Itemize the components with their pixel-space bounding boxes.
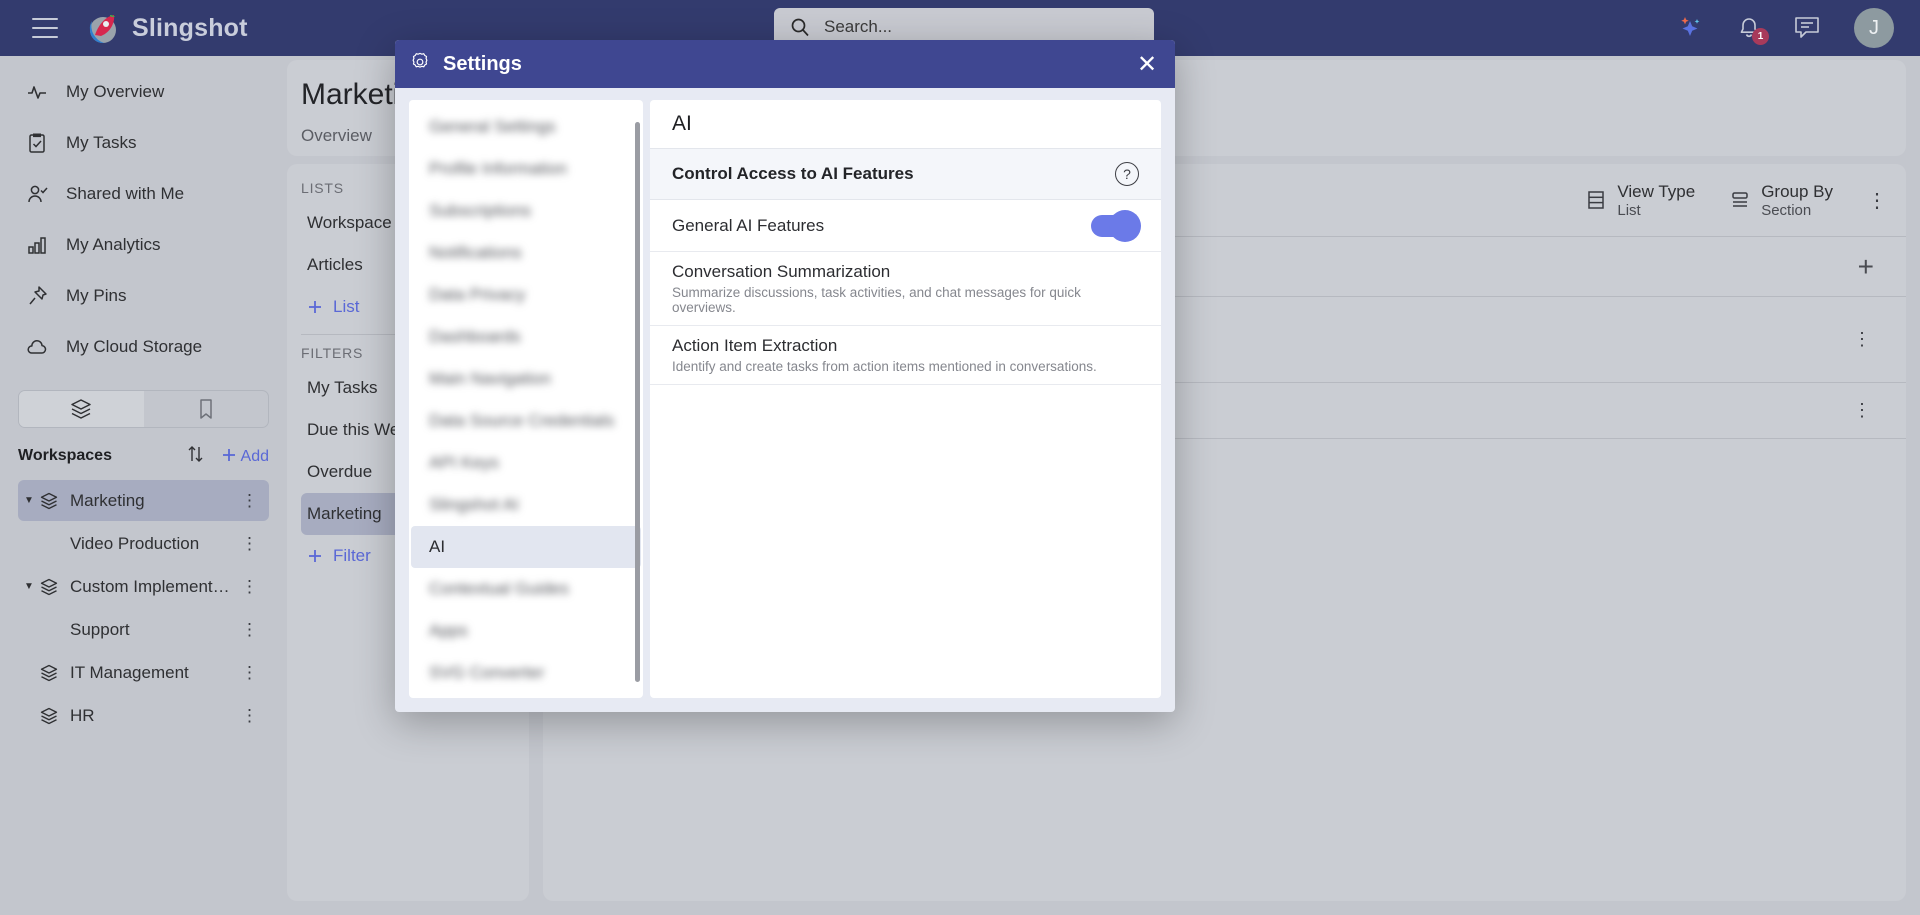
settings-menu-item[interactable]: Profile Information [411, 148, 641, 190]
close-icon[interactable]: ✕ [1133, 50, 1161, 78]
setting-row-conversation-summarization: Conversation Summarization Summarize dis… [650, 252, 1161, 326]
settings-menu-item[interactable]: Dashboards [411, 316, 641, 358]
setting-title: Action Item Extraction [672, 336, 838, 355]
modal-header: Settings ✕ [395, 40, 1175, 88]
settings-detail-heading: AI [672, 112, 692, 135]
settings-detail-section: Control Access to AI Features ? [650, 148, 1161, 200]
settings-menu: General Settings Profile Information Sub… [409, 100, 643, 698]
setting-title: General AI Features [672, 215, 825, 235]
settings-menu-item[interactable]: Notifications [411, 232, 641, 274]
setting-title: Conversation Summarization [672, 262, 891, 281]
settings-menu-item[interactable]: Subscriptions [411, 190, 641, 232]
setting-description: Summarize discussions, task activities, … [672, 285, 1081, 315]
setting-row-action-item-extraction: Action Item Extraction Identify and crea… [650, 326, 1161, 385]
modal-body: General Settings Profile Information Sub… [395, 88, 1175, 712]
settings-menu-item[interactable]: General Settings [411, 106, 641, 148]
settings-modal: Settings ✕ General Settings Profile Info… [395, 40, 1175, 712]
settings-menu-item[interactable]: Contextual Guides [411, 568, 641, 610]
settings-menu-item[interactable]: Main Navigation [411, 358, 641, 400]
settings-menu-item[interactable]: Apps [411, 610, 641, 652]
settings-menu-list: General Settings Profile Information Sub… [409, 100, 643, 698]
setting-row-general-ai-features: General AI Features [650, 200, 1161, 252]
setting-description: Identify and create tasks from action it… [672, 359, 1097, 374]
modal-title: Settings [443, 52, 522, 75]
toggle-knob [1109, 209, 1141, 242]
app-root: Slingshot Search... 1 J My Overview My T… [0, 0, 1920, 915]
settings-menu-item[interactable]: Data Source Credentials [411, 400, 641, 442]
settings-menu-item-ai[interactable]: AI [411, 526, 641, 568]
general-ai-features-toggle[interactable] [1091, 209, 1141, 242]
settings-menu-item[interactable]: Data Privacy [411, 274, 641, 316]
settings-menu-item[interactable]: Slingshot AI [411, 484, 641, 526]
gear-icon [409, 51, 431, 78]
question-mark-icon[interactable]: ? [1115, 162, 1139, 186]
settings-detail-panel: AI Control Access to AI Features ? Gener… [650, 100, 1161, 698]
settings-menu-scrollbar[interactable] [635, 122, 640, 682]
settings-menu-item[interactable]: API Keys [411, 442, 641, 484]
settings-menu-item[interactable]: SVG Converter [411, 652, 641, 694]
settings-section-title: Control Access to AI Features [672, 164, 914, 183]
